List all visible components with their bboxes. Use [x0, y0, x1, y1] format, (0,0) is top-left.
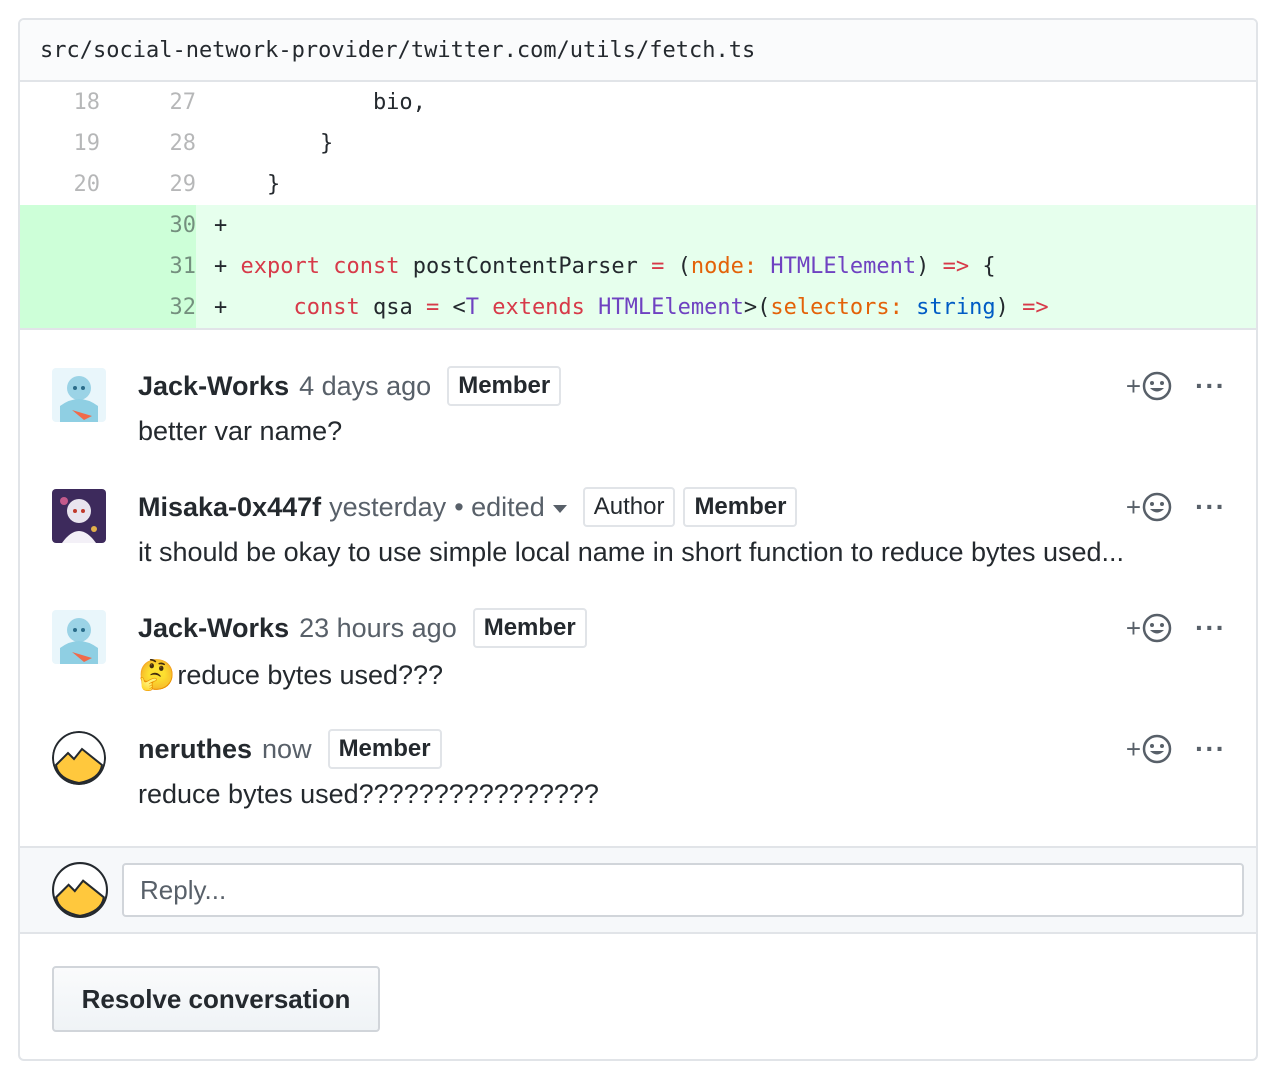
add-reaction-button[interactable]: +: [1126, 733, 1173, 765]
mountain-avatar-icon: [52, 731, 106, 785]
new-line-number[interactable]: 30: [100, 205, 196, 246]
comment: Jack-Works 4 days ago Member better var …: [20, 348, 1256, 469]
avatar[interactable]: [52, 489, 106, 543]
diff-row-added: 30 +: [20, 205, 1256, 246]
comment-text: reduce bytes used???: [177, 660, 444, 690]
comment-actions: + ···: [1126, 487, 1226, 527]
author-name[interactable]: Misaka-0x447f: [138, 492, 321, 523]
comment-header: Jack-Works 4 days ago Member: [138, 366, 569, 406]
member-badge: Member: [472, 608, 587, 648]
diff-row-added: 32 + const qsa = <T extends HTMLElement>…: [20, 287, 1256, 328]
avatar[interactable]: [52, 610, 106, 664]
mountain-avatar-icon: [52, 862, 108, 918]
comment-header: Misaka-0x447f yesterday • edited Author …: [138, 487, 805, 527]
timestamp[interactable]: 23 hours ago: [299, 613, 457, 644]
reply-bar: Reply...: [20, 846, 1256, 934]
smiley-icon: [1142, 371, 1172, 401]
smiley-icon: [1142, 492, 1172, 522]
more-options-icon[interactable]: ···: [1195, 491, 1226, 523]
current-user-avatar: [52, 862, 108, 918]
anime-avatar-blue-icon: [52, 610, 106, 664]
smiley-icon: [1142, 734, 1172, 764]
add-reaction-button[interactable]: +: [1126, 370, 1173, 402]
old-line-number[interactable]: 20: [20, 164, 101, 205]
more-options-icon[interactable]: ···: [1195, 370, 1226, 402]
old-line-number[interactable]: 19: [20, 123, 101, 164]
new-line-number[interactable]: 27: [100, 82, 197, 123]
comment-text: reduce bytes used????????????????: [138, 779, 599, 809]
diff-row: 18 27 bio,: [20, 82, 1256, 123]
code-line: + export const postContentParser = (node…: [214, 254, 996, 279]
add-reaction-button[interactable]: +: [1126, 612, 1173, 644]
timestamp[interactable]: 4 days ago: [299, 371, 431, 402]
new-line-number[interactable]: 29: [100, 164, 197, 205]
diff-row-added: 31 + export const postContentParser = (n…: [20, 246, 1256, 287]
reply-input[interactable]: Reply...: [122, 863, 1244, 917]
code-line: bio,: [214, 90, 426, 115]
anime-avatar-blue-icon: [52, 368, 106, 422]
comment: Jack-Works 23 hours ago Member 🤔 reduce …: [20, 590, 1256, 711]
author-name[interactable]: neruthes: [138, 734, 252, 765]
new-line-number[interactable]: 32: [100, 287, 196, 328]
new-line-number[interactable]: 31: [100, 246, 196, 287]
review-thread-card: src/social-network-provider/twitter.com/…: [18, 18, 1258, 1061]
author-badge: Author: [582, 487, 676, 527]
diff-table: 18 27 bio, 19 28 } 20 29 } 30 + 31 + exp…: [20, 82, 1256, 328]
member-badge: Member: [447, 366, 562, 406]
comment-actions: + ···: [1126, 729, 1226, 769]
new-line-number[interactable]: 28: [100, 123, 197, 164]
diff-row: 19 28 }: [20, 123, 1256, 164]
old-line-number: [20, 246, 100, 287]
comment-body: reduce bytes used????????????????: [138, 779, 599, 810]
add-reaction-button[interactable]: +: [1126, 491, 1173, 523]
resolve-conversation-button[interactable]: Resolve conversation: [52, 966, 380, 1032]
avatar[interactable]: [52, 731, 106, 785]
old-line-number: [20, 205, 100, 246]
author-name[interactable]: Jack-Works: [138, 371, 289, 402]
file-path[interactable]: src/social-network-provider/twitter.com/…: [20, 20, 1256, 82]
member-badge: Member: [327, 729, 442, 769]
comment-actions: + ···: [1126, 366, 1226, 406]
comment: Misaka-0x447f yesterday • edited Author …: [20, 469, 1256, 590]
comment-header: Jack-Works 23 hours ago Member: [138, 608, 595, 648]
edited-dropdown[interactable]: • edited: [454, 492, 567, 523]
timestamp[interactable]: yesterday: [329, 492, 446, 523]
comment-text: it should be okay to use simple local na…: [138, 537, 1125, 567]
more-options-icon[interactable]: ···: [1195, 612, 1226, 644]
comment-list: Jack-Works 4 days ago Member better var …: [20, 328, 1256, 832]
more-options-icon[interactable]: ···: [1195, 733, 1226, 765]
anime-avatar-purple-icon: [52, 489, 106, 543]
code-line: +: [214, 213, 228, 238]
old-line-number[interactable]: 18: [20, 82, 101, 123]
avatar[interactable]: [52, 368, 106, 422]
comment-body: better var name?: [138, 416, 342, 447]
member-badge: Member: [683, 487, 798, 527]
code-line: }: [214, 172, 281, 197]
diff-row: 20 29 }: [20, 164, 1256, 205]
comment: neruthes now Member reduce bytes used???…: [20, 711, 1256, 832]
code-line: + const qsa = <T extends HTMLElement>(se…: [214, 295, 1049, 320]
comment-body: it should be okay to use simple local na…: [138, 537, 1124, 568]
comment-text: better var name?: [138, 416, 343, 446]
old-line-number: [20, 287, 100, 328]
comment-body: 🤔 reduce bytes used???: [138, 658, 443, 693]
chevron-down-icon: [552, 504, 567, 513]
code-line: }: [214, 131, 334, 156]
comment-actions: + ···: [1126, 608, 1226, 648]
timestamp[interactable]: now: [262, 734, 312, 765]
smiley-icon: [1142, 613, 1172, 643]
comment-header: neruthes now Member: [138, 729, 450, 769]
author-name[interactable]: Jack-Works: [138, 613, 289, 644]
thinking-face-emoji: 🤔: [138, 659, 176, 692]
